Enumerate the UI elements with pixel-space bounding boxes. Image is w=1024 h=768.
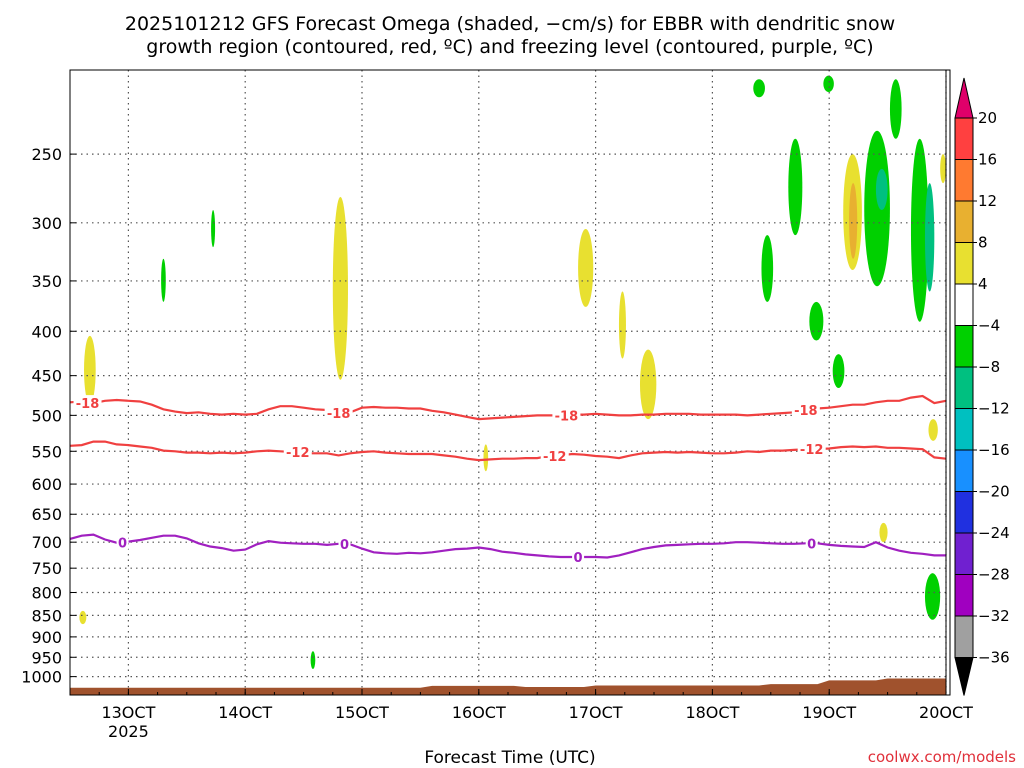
contour-label: 0	[118, 537, 127, 552]
y-tick-label: 850	[31, 606, 62, 625]
omega-region	[211, 210, 216, 248]
x-tick-label: 18OCT	[685, 703, 739, 722]
contour-label: -12	[800, 443, 824, 458]
contour-label: -18	[555, 409, 579, 424]
x-tick-label: 17OCT	[569, 703, 623, 722]
colorbar-tick-label: −4	[978, 317, 1000, 335]
colorbar-segment	[954, 408, 974, 451]
omega-region	[809, 301, 824, 341]
y-tick-label: 600	[31, 475, 62, 494]
omega-region	[84, 335, 96, 404]
colorbar-tick-label: −16	[978, 441, 1010, 459]
colorbar-tick-label: −32	[978, 607, 1010, 625]
colorbar-segment	[954, 366, 974, 409]
y-tick-label: 450	[31, 367, 62, 386]
x-tick-label: 14OCT	[218, 703, 272, 722]
contour-label: -12	[286, 446, 310, 461]
contour-label: 0	[574, 551, 583, 566]
omega-region	[823, 75, 834, 92]
colorbar-segment	[954, 615, 974, 658]
x-tick-label: 19OCT	[802, 703, 856, 722]
contour-label: -18	[794, 404, 818, 419]
omega-region	[761, 235, 774, 302]
chart-title-line-2: growth region (contoured, red, ºC) and f…	[146, 36, 873, 58]
colorbar-segment	[954, 117, 974, 160]
omega-region	[924, 573, 941, 620]
x-axis: 13OCT2025 14OCT 15OCT 16OCT 17OCT 18OCT 19OCT 2…	[69, 689, 973, 741]
colorbar-tick-label: −28	[978, 566, 1010, 584]
y-tick-label: 400	[31, 322, 62, 341]
colorbar-segment	[954, 574, 974, 617]
omega-region	[161, 258, 166, 302]
contour-label: 0	[340, 538, 349, 553]
x-axis-title: Forecast Time (UTC)	[424, 748, 595, 768]
y-tick-label: 950	[31, 648, 62, 667]
omega-region	[639, 349, 657, 420]
x-tick-sublabel: 2025	[108, 722, 149, 741]
colorbar-tick-label: 12	[978, 192, 997, 210]
colorbar-segment	[954, 532, 974, 575]
omega-region	[924, 183, 935, 292]
y-tick-label: 550	[31, 442, 62, 461]
omega-region	[332, 196, 348, 380]
colorbar-segment	[954, 242, 974, 285]
omega-region	[788, 138, 803, 236]
chart-title-line-1: 2025101212 GFS Forecast Omega (shaded, −…	[125, 13, 895, 35]
colorbar-tick-label: −36	[978, 649, 1010, 667]
omega-region	[310, 651, 316, 669]
y-tick-label: 1000	[21, 668, 62, 687]
colorbar-segment	[954, 159, 974, 202]
colorbar-tick-label: −20	[978, 483, 1010, 501]
omega-region	[79, 610, 87, 625]
y-tick-label: 750	[31, 559, 62, 578]
plot-background	[70, 70, 950, 695]
omega-region	[618, 291, 626, 359]
contour-label: -18	[327, 407, 351, 422]
colorbar-segment	[954, 491, 974, 534]
colorbar-segment	[954, 200, 974, 243]
colorbar-tick-label: 8	[978, 234, 988, 252]
x-tick-label: 13OCT	[101, 703, 155, 722]
y-tick-label: 350	[31, 272, 62, 291]
colorbar-tick-label: 4	[978, 275, 988, 293]
y-tick-label: 800	[31, 584, 62, 603]
y-tick-label: 250	[31, 145, 62, 164]
omega-region	[578, 229, 594, 307]
omega-region	[889, 79, 902, 139]
y-tick-label: 700	[31, 533, 62, 552]
omega-region	[879, 522, 888, 543]
plot-area: -18 -18 -18 -18 -12 -12 -12 0 0 0 0	[69, 69, 951, 696]
colorbar-segment	[954, 325, 974, 368]
colorbar-tick-label: −24	[978, 524, 1010, 542]
y-tick-label: 900	[31, 628, 62, 647]
colorbar-segment	[954, 283, 974, 326]
y-tick-label: 500	[31, 406, 62, 425]
y-tick-label: 300	[31, 214, 62, 233]
contour-label: 0	[807, 537, 816, 552]
colorbar-segment	[954, 449, 974, 492]
colorbar: 20 16 12 8 4 −4 −8 −12 −16 −20 −24 −28 −32 −36	[954, 77, 1010, 696]
x-tick-label: 20OCT	[919, 703, 973, 722]
y-tick-label: 650	[31, 505, 62, 524]
y-axis: 250 300 350 400 450 500 550 600 650 700 750 800 850 9…	[21, 145, 76, 687]
colorbar-bottom-arrow	[954, 657, 974, 696]
x-tick-label: 15OCT	[335, 703, 389, 722]
omega-region	[928, 419, 938, 441]
omega-region	[849, 183, 858, 259]
credit-text: coolwx.com/models	[868, 748, 1016, 766]
contour-label: -12	[543, 450, 567, 465]
colorbar-tick-label: 16	[978, 151, 997, 169]
omega-region	[875, 168, 888, 211]
omega-forecast-chart: 2025101212 GFS Forecast Omega (shaded, −…	[21, 13, 1016, 768]
x-tick-label: 16OCT	[452, 703, 506, 722]
colorbar-tick-label: −12	[978, 400, 1010, 418]
colorbar-top-arrow	[954, 77, 974, 119]
colorbar-tick-label: 20	[978, 109, 997, 127]
omega-region	[483, 444, 489, 472]
contour-label: -18	[76, 397, 100, 412]
omega-region	[940, 154, 947, 184]
omega-region	[753, 79, 765, 98]
colorbar-tick-label: −8	[978, 358, 1000, 376]
omega-region	[832, 354, 845, 389]
